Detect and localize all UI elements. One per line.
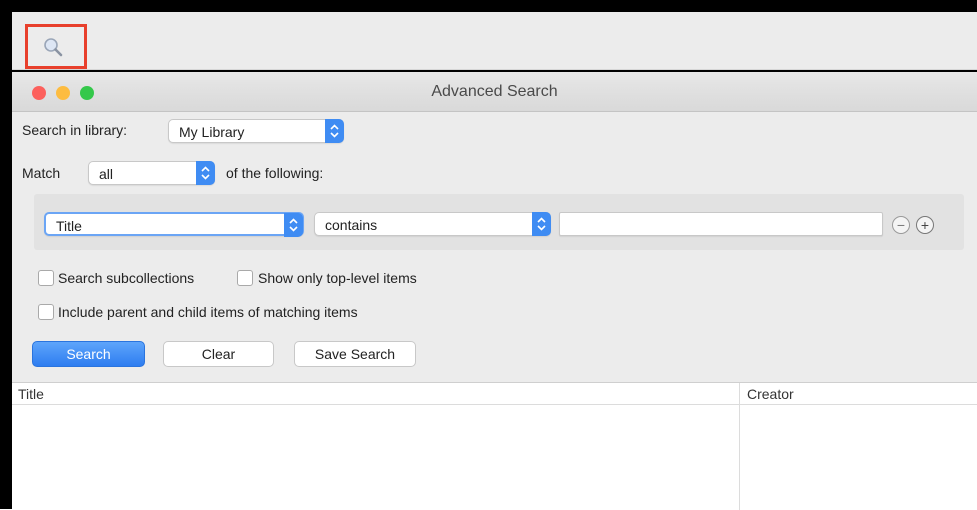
search-toggle-button[interactable] [25, 24, 87, 69]
clear-button[interactable]: Clear [163, 341, 274, 367]
library-select[interactable]: My Library [168, 119, 344, 143]
condition-operator-stepper-icon [532, 212, 551, 236]
match-select-value: all [99, 166, 114, 182]
main-toolbar [12, 12, 977, 70]
save-search-button[interactable]: Save Search [294, 341, 416, 367]
condition-field-value: Title [56, 218, 82, 234]
include-parent-child-label: Include parent and child items of matchi… [58, 304, 358, 320]
condition-operator-select[interactable]: contains [314, 212, 551, 236]
plus-circle-icon[interactable]: + [916, 216, 934, 234]
condition-value-input[interactable] [559, 212, 883, 236]
minus-circle-icon[interactable]: − [892, 216, 910, 234]
column-header-title[interactable]: Title [18, 386, 44, 402]
column-divider[interactable] [739, 383, 740, 510]
library-select-stepper-icon [325, 119, 344, 143]
match-suffix: of the following: [226, 165, 324, 181]
top-level-only-label: Show only top-level items [258, 270, 417, 286]
condition-field-select[interactable]: Title [44, 212, 304, 237]
search-button[interactable]: Search [32, 341, 145, 367]
magnifier-icon [44, 38, 63, 57]
library-label: Search in library: [22, 122, 128, 138]
column-header-creator[interactable]: Creator [747, 386, 794, 402]
library-select-value: My Library [179, 124, 245, 140]
include-parent-child-checkbox[interactable] [38, 304, 54, 320]
results-table[interactable]: Title Creator [12, 382, 977, 510]
screen-frame: Advanced Search Search in library: My Li… [0, 0, 977, 510]
top-level-only-checkbox[interactable] [237, 270, 253, 286]
search-subcollections-checkbox[interactable] [38, 270, 54, 286]
condition-operator-value: contains [325, 217, 378, 233]
match-select[interactable]: all [88, 161, 215, 185]
results-header: Title Creator [12, 383, 977, 405]
condition-row: Title contains − + [34, 194, 964, 250]
condition-field-stepper-icon [284, 213, 303, 237]
window-title: Advanced Search [431, 83, 558, 100]
advanced-search-window: Advanced Search Search in library: My Li… [12, 72, 977, 510]
match-select-stepper-icon [196, 161, 215, 185]
match-label: Match [22, 165, 61, 181]
window-titlebar[interactable]: Advanced Search [12, 72, 977, 112]
search-subcollections-label: Search subcollections [58, 270, 195, 286]
